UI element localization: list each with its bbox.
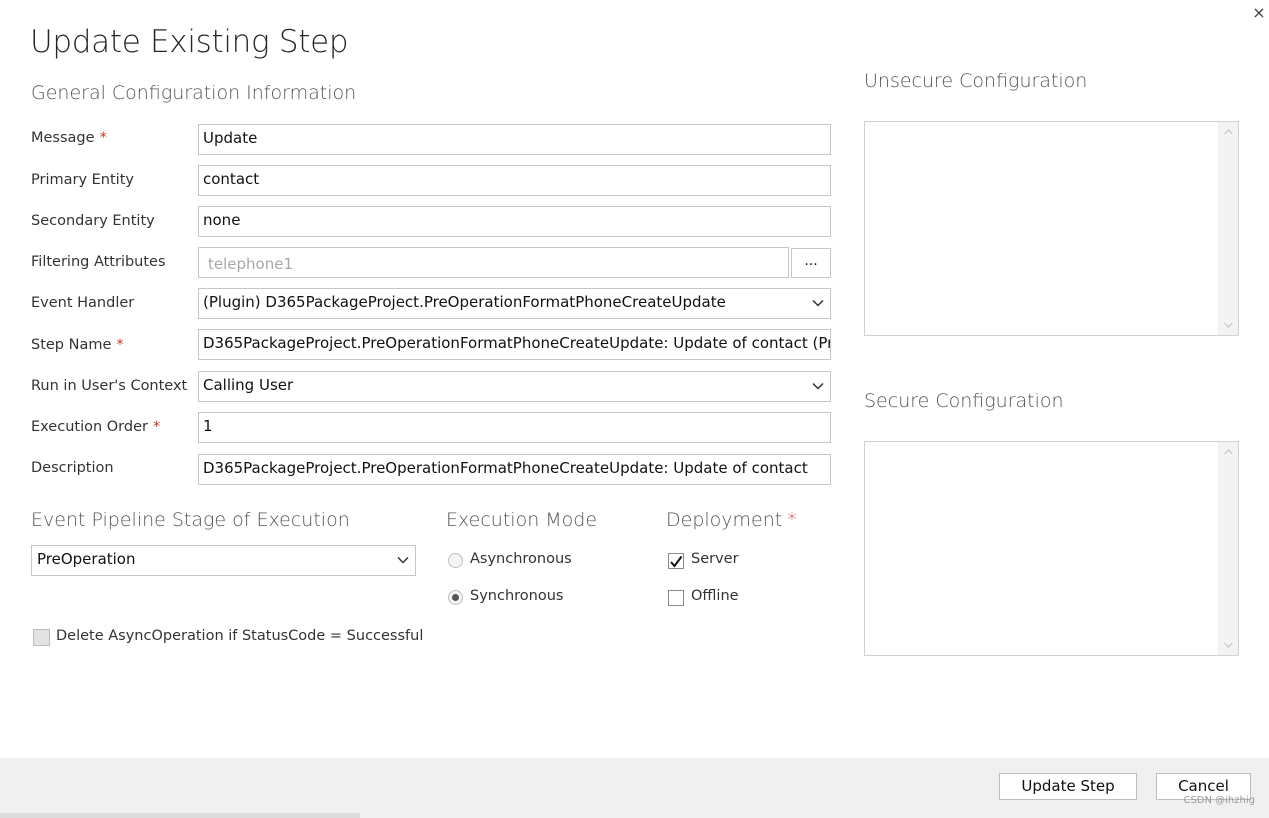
offline-checkbox[interactable] <box>668 590 684 606</box>
chevron-down-icon <box>397 556 409 564</box>
scroll-up-icon[interactable] <box>1223 128 1234 136</box>
step-name-field[interactable]: D365PackageProject.PreOperationFormatPho… <box>198 329 831 360</box>
required-marker: * <box>787 509 797 531</box>
footer-scroll-track <box>0 813 360 818</box>
primary-entity-field[interactable]: contact <box>198 165 831 196</box>
description-label: Description <box>31 460 114 476</box>
description-field[interactable]: D365PackageProject.PreOperationFormatPho… <box>198 454 831 485</box>
synchronous-radio[interactable] <box>448 590 463 605</box>
close-icon[interactable]: × <box>1250 4 1268 22</box>
unsecure-config-title: Unsecure Configuration <box>864 70 1088 92</box>
secondary-entity-label: Secondary Entity <box>31 213 155 229</box>
scroll-down-icon[interactable] <box>1223 641 1234 649</box>
primary-entity-label: Primary Entity <box>31 172 134 188</box>
delete-async-checkbox[interactable] <box>33 629 50 646</box>
dialog-title: Update Existing Step <box>30 24 349 60</box>
server-label: Server <box>691 551 739 567</box>
asynchronous-radio[interactable] <box>448 553 463 568</box>
required-marker: * <box>116 337 124 353</box>
filtering-attributes-label: Filtering Attributes <box>31 254 166 270</box>
general-section-title: General Configuration Information <box>31 82 357 104</box>
run-context-label: Run in User's Context <box>31 378 188 394</box>
required-marker: * <box>99 130 107 146</box>
message-label: Message * <box>31 130 107 146</box>
execution-order-label: Execution Order * <box>31 419 161 435</box>
unsecure-config-textarea[interactable] <box>864 121 1239 336</box>
deployment-title: Deployment * <box>666 509 797 531</box>
event-handler-value: (Plugin) D365PackageProject.PreOperation… <box>203 293 726 311</box>
scrollbar[interactable] <box>1218 122 1238 335</box>
event-handler-select[interactable]: (Plugin) D365PackageProject.PreOperation… <box>198 288 831 319</box>
execution-mode-title: Execution Mode <box>446 509 598 531</box>
delete-async-label: Delete AsyncOperation if StatusCode = Su… <box>56 628 424 644</box>
chevron-down-icon <box>812 382 824 390</box>
scroll-down-icon[interactable] <box>1223 321 1234 329</box>
pipeline-stage-value: PreOperation <box>37 550 136 568</box>
watermark: CSDN @ihzhig <box>1183 795 1255 806</box>
scroll-up-icon[interactable] <box>1223 448 1234 456</box>
chevron-down-icon <box>812 299 824 307</box>
pipeline-stage-select[interactable]: PreOperation <box>31 545 416 576</box>
run-context-select[interactable]: Calling User <box>198 371 831 402</box>
secondary-entity-field[interactable]: none <box>198 206 831 237</box>
secure-config-title: Secure Configuration <box>864 390 1064 412</box>
execution-order-field[interactable]: 1 <box>198 412 831 443</box>
checkmark-icon <box>670 555 683 568</box>
scrollbar[interactable] <box>1218 442 1238 655</box>
filtering-attributes-field: telephone1 <box>198 247 789 278</box>
update-step-button[interactable]: Update Step <box>999 773 1137 800</box>
required-marker: * <box>152 419 161 435</box>
message-field[interactable]: Update <box>198 124 831 155</box>
filtering-attributes-browse-button[interactable]: ... <box>791 248 831 278</box>
run-context-value: Calling User <box>203 376 294 394</box>
synchronous-label: Synchronous <box>470 588 564 604</box>
secure-config-textarea[interactable] <box>864 441 1239 656</box>
step-name-label: Step Name * <box>31 337 124 353</box>
pipeline-stage-title: Event Pipeline Stage of Execution <box>31 509 350 531</box>
offline-label: Offline <box>691 588 739 604</box>
event-handler-label: Event Handler <box>31 295 135 311</box>
asynchronous-label: Asynchronous <box>470 551 572 567</box>
server-checkbox[interactable] <box>668 553 684 569</box>
